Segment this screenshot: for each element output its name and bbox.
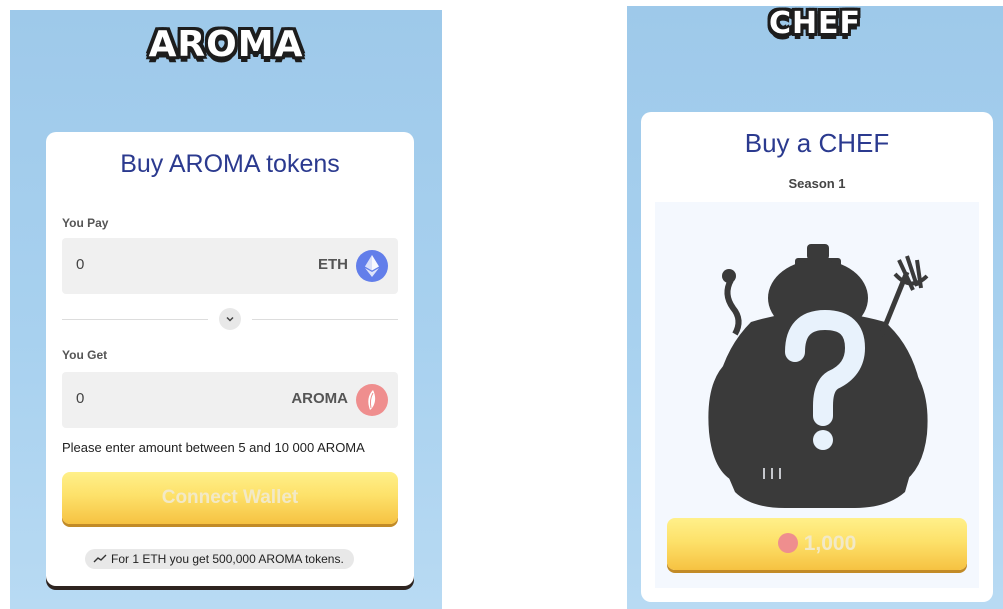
chef-panel: CHEF Buy a CHEF Season 1 1,000 [627,6,1003,609]
you-get-label: You Get [62,348,108,362]
connect-wallet-button[interactable]: Connect Wallet [62,472,398,524]
pay-currency-label: ETH [318,256,348,273]
buy-chef-card: Buy a CHEF Season 1 1,000 [641,112,993,602]
you-get-value[interactable]: 0 [76,390,84,407]
get-currency-label: AROMA [291,390,348,407]
you-pay-label: You Pay [62,216,109,230]
buy-chef-title: Buy a CHEF [744,128,890,158]
buy-chef-button[interactable]: 1,000 [667,518,967,570]
swap-divider [62,308,398,332]
chevron-down-icon [226,316,234,322]
exchange-rate-text: For 1 ETH you get 500,000 AROMA tokens. [111,552,344,566]
you-pay-value[interactable]: 0 [76,256,84,273]
swap-direction-button[interactable] [219,308,241,330]
buy-aroma-title: Buy AROMA tokens [120,150,340,178]
aroma-panel: AROMA Buy AROMA tokens You Pay 0 ETH You… [10,10,442,609]
amount-hint: Please enter amount between 5 and 10 000… [62,440,365,455]
chef-logo: CHEF [768,6,862,41]
aroma-logo: AROMA [148,24,304,65]
aroma-token-icon [356,384,388,416]
trend-icon [93,549,107,569]
season-label: Season 1 [788,176,846,191]
exchange-rate-badge: For 1 ETH you get 500,000 AROMA tokens. [85,549,354,569]
you-pay-field[interactable]: 0 ETH [62,238,398,294]
you-get-field[interactable]: 0 AROMA [62,372,398,428]
ethereum-icon [356,250,388,282]
aroma-token-icon [777,532,798,553]
chef-price: 1,000 [803,532,857,555]
buy-aroma-card: Buy AROMA tokens You Pay 0 ETH You Get 0… [46,132,414,586]
